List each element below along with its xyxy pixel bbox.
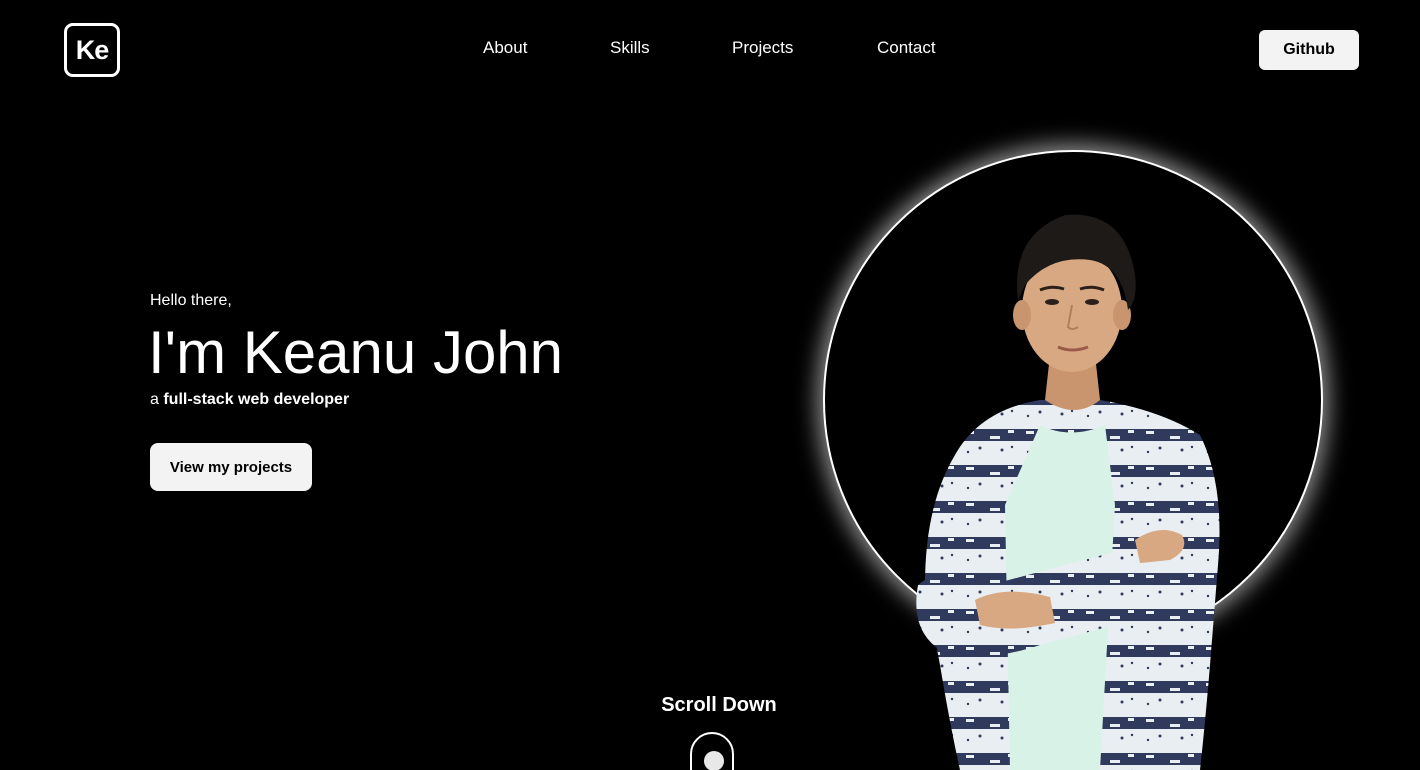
- github-button[interactable]: Github: [1259, 30, 1359, 70]
- hero-tagline: a full-stack web developer: [150, 391, 349, 409]
- scroll-indicator-dot: [704, 751, 724, 770]
- page: Ke About Skills Projects Contact Github …: [0, 0, 1420, 770]
- hero-greeting: Hello there,: [150, 292, 232, 309]
- tagline-role: full-stack web developer: [163, 391, 350, 408]
- hero-name: I'm Keanu John: [148, 319, 564, 386]
- nav-link-contact[interactable]: Contact: [877, 38, 936, 58]
- nav-link-projects[interactable]: Projects: [732, 38, 793, 58]
- scroll-down-label: Scroll Down: [661, 694, 777, 716]
- mouse-scroll-icon[interactable]: [690, 732, 734, 770]
- nav-link-about[interactable]: About: [483, 38, 527, 58]
- main-nav: About Skills Projects Contact: [0, 38, 1420, 62]
- profile-portrait: [916, 214, 1220, 770]
- view-projects-button[interactable]: View my projects: [150, 443, 312, 491]
- nav-link-skills[interactable]: Skills: [610, 38, 650, 58]
- tagline-prefix: a: [150, 391, 164, 408]
